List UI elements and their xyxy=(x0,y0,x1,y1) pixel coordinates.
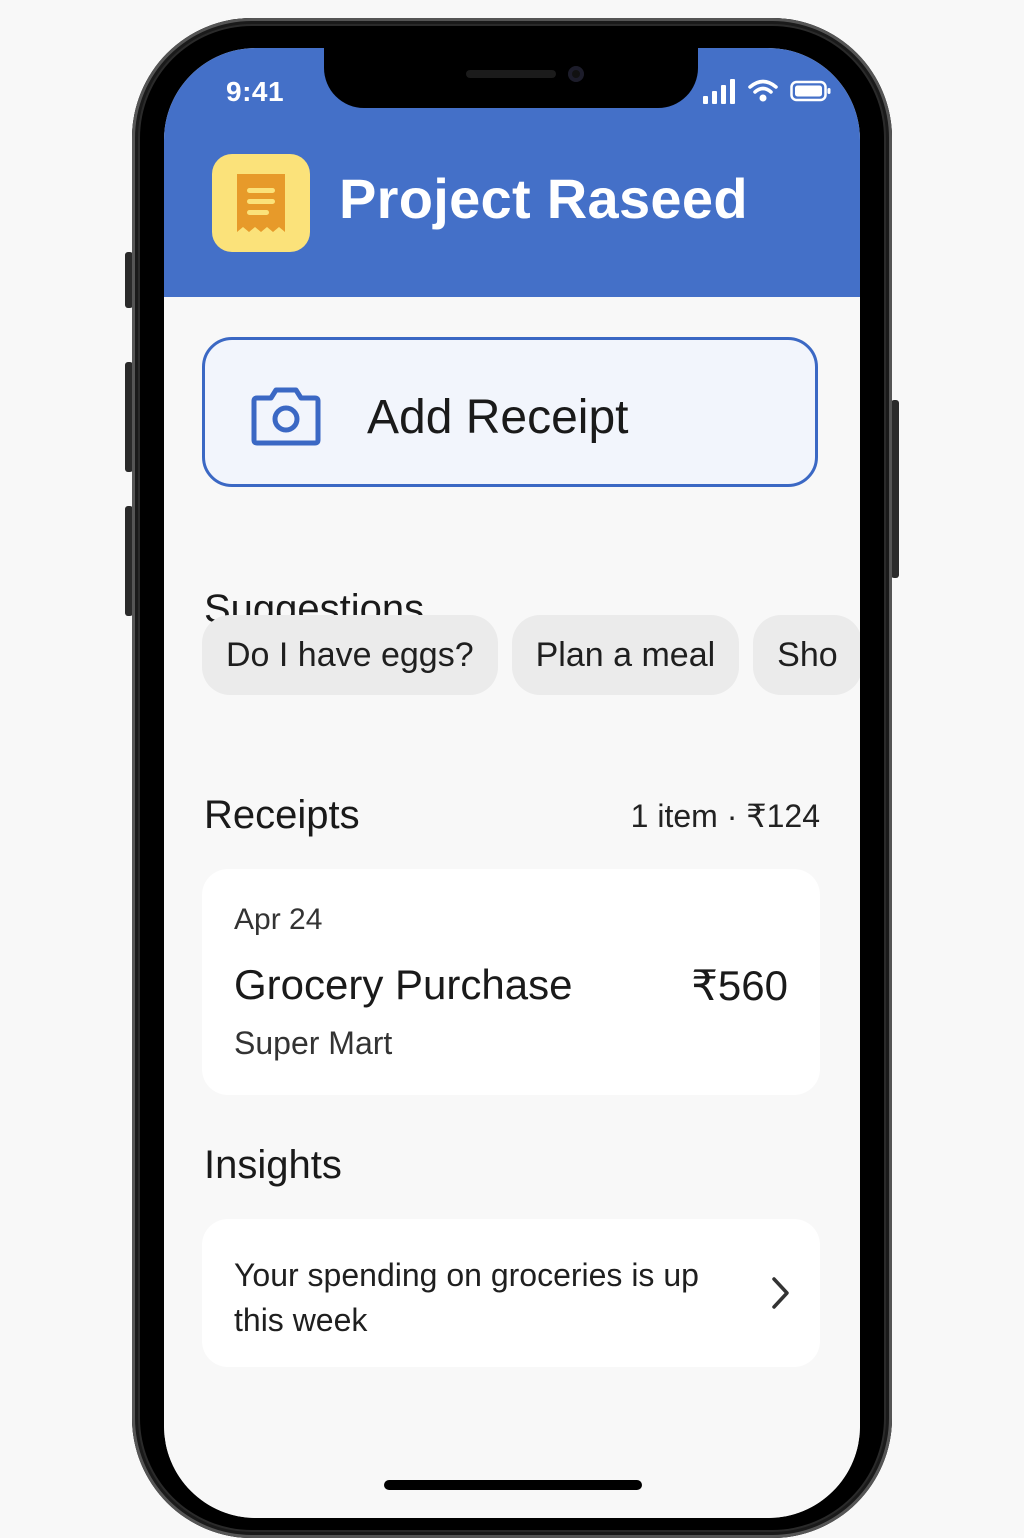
suggestion-chip[interactable]: Do I have eggs? xyxy=(202,615,498,695)
receipt-amount: ₹560 xyxy=(691,962,788,1009)
suggestion-chip[interactable]: Plan a meal xyxy=(511,615,740,695)
receipt-store: Super Mart xyxy=(234,1025,393,1061)
main-content: Add Receipt Suggestions Do I have eggs? P… xyxy=(164,297,860,1518)
suggestion-chips[interactable]: Do I have eggs? Plan a meal Sho xyxy=(202,615,860,697)
camera-notch xyxy=(324,48,698,108)
status-icons xyxy=(703,78,832,108)
cellular-signal-icon xyxy=(703,79,736,104)
phone-screen: 9:41 Project Raseed Add Receipt Suggesti… xyxy=(164,48,860,1518)
front-camera xyxy=(568,66,584,82)
receipt-date: Apr 24 xyxy=(234,903,323,936)
insights-title: Insights xyxy=(204,1143,342,1187)
wifi-icon xyxy=(747,79,778,102)
chevron-right-icon xyxy=(772,1277,789,1309)
battery-icon xyxy=(790,80,831,102)
insight-text: Your spending on groceries is up this we… xyxy=(234,1257,699,1338)
insight-card[interactable]: Your spending on groceries is up this we… xyxy=(202,1219,820,1367)
status-time: 9:41 xyxy=(226,76,285,107)
app-logo xyxy=(212,154,310,252)
receipts-summary: 1 item · ₹124 xyxy=(630,798,820,834)
add-receipt-button[interactable]: Add Receipt xyxy=(202,337,818,487)
receipt-card[interactable]: Apr 24 Grocery Purchase ₹560 Super Mart xyxy=(202,869,820,1095)
receipt-title: Grocery Purchase xyxy=(234,961,573,1008)
power-button xyxy=(891,400,899,578)
suggestion-chip[interactable]: Sho xyxy=(753,615,860,695)
home-indicator[interactable] xyxy=(384,1480,642,1490)
speaker-grille xyxy=(466,70,556,78)
receipt-icon xyxy=(237,174,285,232)
add-receipt-label: Add Receipt xyxy=(367,391,629,444)
receipts-title: Receipts xyxy=(204,793,360,837)
app-title: Project Raseed xyxy=(339,167,748,230)
camera-icon xyxy=(251,387,321,446)
